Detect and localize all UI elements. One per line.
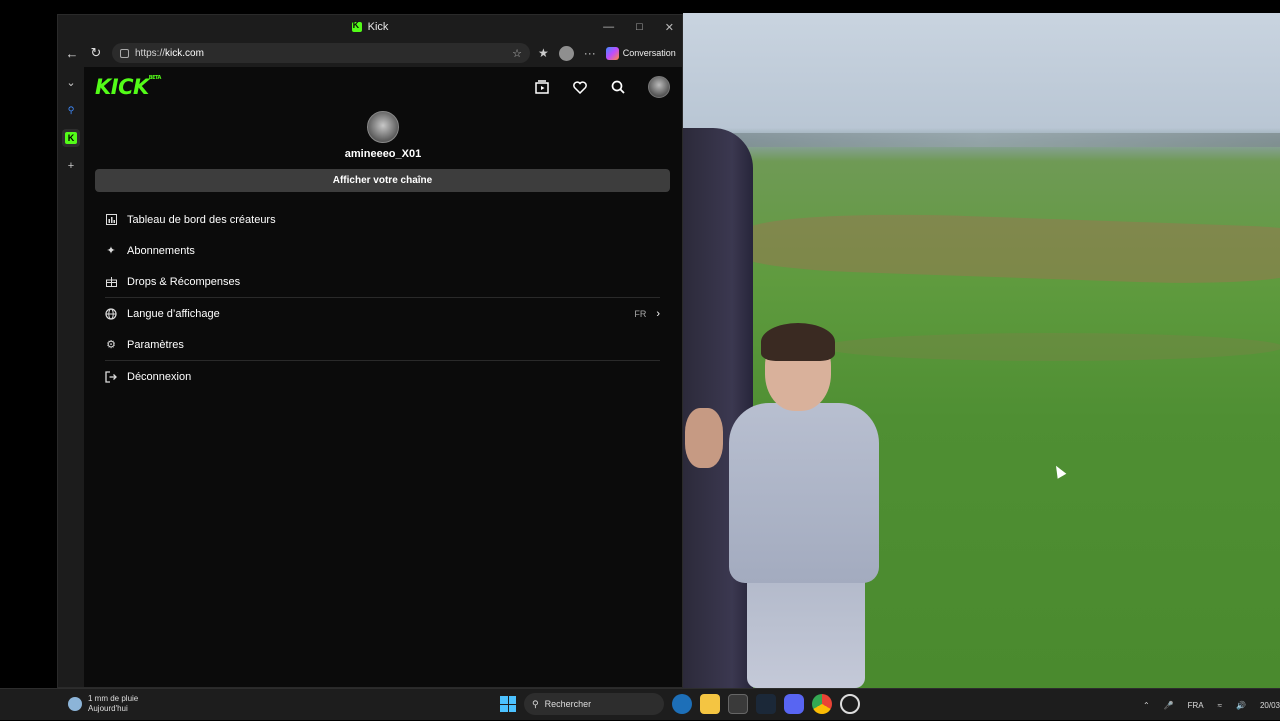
menu-item-drops-rewards[interactable]: Drops & Récompenses xyxy=(95,266,670,297)
gift-icon xyxy=(105,276,117,288)
language-indicator[interactable]: FRA xyxy=(1188,701,1204,710)
chrome-icon[interactable] xyxy=(812,694,832,714)
mouse-cursor-icon xyxy=(1051,463,1067,479)
weather-line1: 1 mm de pluie xyxy=(88,694,139,703)
library-icon[interactable] xyxy=(534,79,550,95)
microphone-icon[interactable]: 🎤 xyxy=(1164,701,1174,710)
discord-icon[interactable] xyxy=(784,694,804,714)
menu-item-label: Drops & Récompenses xyxy=(127,275,241,288)
menu-item-label: Abonnements xyxy=(127,244,195,257)
menu-item-display-language[interactable]: Langue d’affichage FR › xyxy=(95,298,670,329)
menu-item-subscriptions[interactable]: ✦ Abonnements xyxy=(95,235,670,266)
browser-window: Kick — □ ✕ ← ↻ https://kick.com ☆ ★ ··· … xyxy=(57,14,683,688)
menu-item-label: Paramètres xyxy=(127,338,184,351)
rain-icon xyxy=(68,697,82,711)
globe-icon xyxy=(105,307,117,320)
close-icon[interactable]: ✕ xyxy=(665,21,674,34)
minimize-icon[interactable]: — xyxy=(603,21,614,33)
edge-icon[interactable] xyxy=(672,694,692,714)
chevron-up-icon[interactable]: ⌃ xyxy=(1143,701,1150,710)
search-tabs-icon[interactable]: ⚲ xyxy=(62,101,80,119)
weather-line2: Aujourd'hui xyxy=(88,704,128,713)
favorites-icon[interactable]: ★ xyxy=(538,46,549,60)
store-icon[interactable] xyxy=(728,694,748,714)
url-host: kick.com xyxy=(165,47,204,59)
chart-icon xyxy=(105,214,117,226)
menu-item-label: Langue d’affichage xyxy=(127,307,220,320)
steam-icon[interactable] xyxy=(756,694,776,714)
vertical-tabs-sidebar: ⌄ ⚲ K + xyxy=(58,67,84,687)
search-icon: ⚲ xyxy=(532,698,539,709)
menu-item-label: Déconnexion xyxy=(127,370,192,383)
window-title: Kick xyxy=(367,21,389,33)
title-bar: Kick — □ ✕ xyxy=(58,15,682,39)
taskbar: 1 mm de pluie Aujourd'hui ⚲ Rechercher ⌃… xyxy=(0,688,1280,720)
user-menu: Tableau de bord des créateurs ✦ Abonneme… xyxy=(95,204,670,392)
app-icon[interactable] xyxy=(840,694,860,714)
kick-header: KICKBETA xyxy=(84,67,682,107)
tab-kick[interactable]: K xyxy=(62,129,80,147)
refresh-icon[interactable]: ↻ xyxy=(88,45,104,61)
volume-icon[interactable]: 🔊 xyxy=(1236,701,1246,710)
username: amineeeo_X01 xyxy=(344,148,422,160)
kick-tab-icon: K xyxy=(65,132,77,144)
desktop-wallpaper-photo xyxy=(683,13,1280,688)
favorite-star-icon[interactable]: ☆ xyxy=(512,47,522,60)
file-explorer-icon[interactable] xyxy=(700,694,720,714)
menu-item-creator-dashboard[interactable]: Tableau de bord des créateurs xyxy=(95,204,670,235)
browser-profile-avatar[interactable] xyxy=(558,45,574,61)
heart-icon[interactable] xyxy=(572,79,588,95)
copilot-icon xyxy=(605,46,619,60)
menu-item-logout[interactable]: Déconnexion xyxy=(95,361,670,392)
taskbar-search-label: Rechercher xyxy=(544,699,592,709)
clock-date[interactable]: 20/03 xyxy=(1260,701,1280,710)
taskbar-search[interactable]: ⚲ Rechercher xyxy=(524,693,664,715)
view-channel-button[interactable]: Afficher votre chaîne xyxy=(95,169,670,192)
address-bar: ← ↻ https://kick.com ☆ ★ ··· Conversatio… xyxy=(58,39,682,67)
gear-icon: ⚙ xyxy=(106,339,116,351)
url-prefix: https:// xyxy=(135,47,166,59)
site-info-icon[interactable] xyxy=(120,48,129,58)
logout-icon xyxy=(105,370,117,383)
copilot-button[interactable]: Conversation xyxy=(605,46,676,60)
url-field[interactable]: https://kick.com ☆ xyxy=(112,43,530,63)
search-icon[interactable] xyxy=(610,79,626,95)
sparkle-icon: ✦ xyxy=(106,245,116,257)
more-menu-icon[interactable]: ··· xyxy=(584,46,596,60)
profile-avatar xyxy=(367,111,399,143)
menu-item-settings[interactable]: ⚙ Paramètres xyxy=(95,329,670,360)
windows-start-icon[interactable] xyxy=(500,696,516,712)
chevron-down-icon[interactable]: ⌄ xyxy=(62,73,80,91)
language-value: FR xyxy=(634,308,647,319)
kick-favicon-icon xyxy=(351,20,362,32)
new-tab-icon[interactable]: + xyxy=(62,157,80,175)
back-icon[interactable]: ← xyxy=(64,45,80,61)
wifi-icon[interactable]: ≈ xyxy=(1218,701,1222,710)
kick-logo[interactable]: KICKBETA xyxy=(95,75,161,99)
weather-widget[interactable]: 1 mm de pluie Aujourd'hui xyxy=(68,694,138,714)
maximize-icon[interactable]: □ xyxy=(636,21,643,33)
user-avatar[interactable] xyxy=(648,76,670,98)
profile-section: amineeeo_X01 xyxy=(84,111,682,160)
kick-page: KICKBETA amineeeo_X01 Afficher votre cha… xyxy=(84,67,682,687)
chevron-right-icon: › xyxy=(656,307,660,320)
menu-item-label: Tableau de bord des créateurs xyxy=(127,213,276,226)
copilot-label: Conversation xyxy=(622,48,676,58)
